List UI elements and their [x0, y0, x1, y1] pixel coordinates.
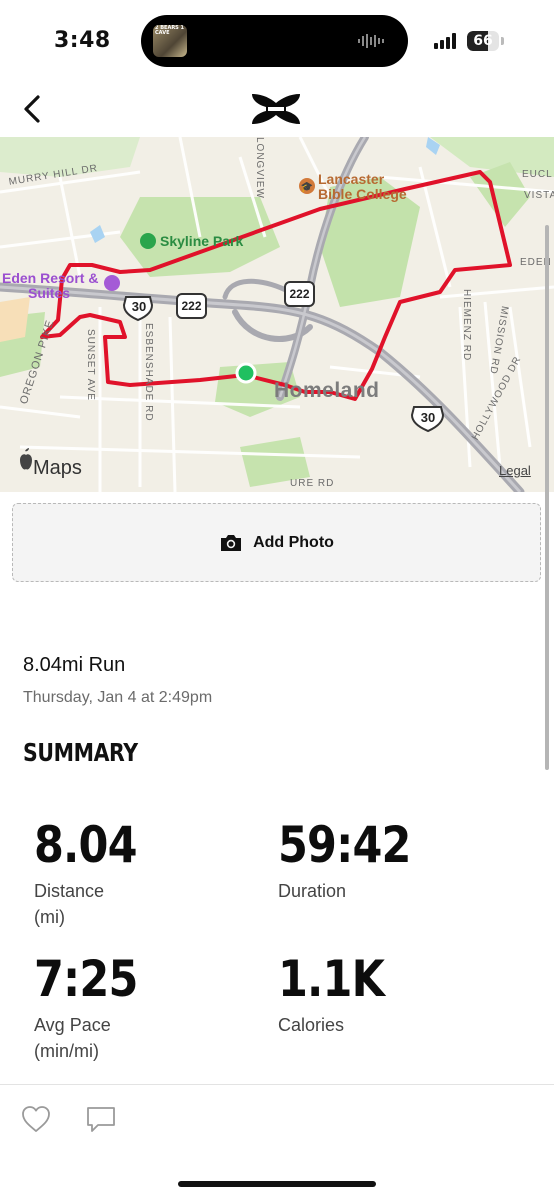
stat-avg-pace: 7:25 Avg Pace (min/mi): [34, 952, 254, 1064]
map-label-ure-rd: URE RD: [290, 478, 335, 489]
add-photo-button[interactable]: Add Photo: [12, 503, 541, 582]
home-indicator: [178, 1181, 376, 1187]
map-label-hiemenz-rd: HIEMENZ RD: [461, 289, 472, 362]
map-label-skyline-park: Skyline Park: [160, 233, 244, 249]
heart-icon[interactable]: [20, 1104, 52, 1134]
stat-duration-label: Duration: [278, 881, 347, 901]
under-armour-logo: [252, 94, 300, 124]
map-label-eden-resort-2: Suites: [28, 285, 71, 301]
map-label-esbenshade-rd: ESBENSHADE RD: [143, 323, 154, 422]
audio-waveform-icon: [358, 34, 384, 48]
stat-avg-pace-unit: (min/mi): [34, 1041, 99, 1061]
stat-duration: 59:42 Duration: [278, 818, 498, 904]
scroll-indicator: [545, 225, 549, 770]
stat-calories-label: Calories: [278, 1015, 345, 1035]
route-shield-30-label-a: 30: [131, 299, 147, 314]
now-playing-artwork: 2 BEARS 1 CAVE: [153, 25, 187, 57]
workout-title: 8.04mi Run: [23, 654, 126, 676]
stat-distance-unit: (mi): [34, 907, 65, 927]
summary-heading: SUMMARY: [23, 738, 138, 767]
comment-icon[interactable]: [85, 1104, 117, 1134]
now-playing-artwork-text: 2 BEARS 1 CAVE: [155, 25, 184, 36]
map-label-longview: LONGVIEW: [254, 137, 265, 199]
map-label-lancaster-bible-2: Bible College: [318, 186, 407, 202]
stat-avg-pace-value: 7:25: [34, 950, 138, 1008]
dynamic-island[interactable]: 2 BEARS 1 CAVE: [141, 15, 408, 67]
apple-maps-attribution: Maps: [33, 457, 82, 479]
stat-distance-label: Distance: [34, 881, 105, 901]
route-shield-222-label-b: 222: [289, 287, 310, 301]
nav-bar: [0, 82, 554, 137]
status-time: 3:48: [54, 28, 111, 53]
status-bar: 3:48 2 BEARS 1 CAVE 66: [0, 0, 554, 82]
stat-avg-pace-label: Avg Pace: [34, 1015, 111, 1035]
cellular-signal-icon: [434, 33, 456, 49]
stat-calories-value: 1.1K: [278, 950, 385, 1008]
route-shield-222-label-a: 222: [181, 299, 202, 313]
camera-icon: [221, 534, 242, 551]
route-shield-30-label-b: 30: [420, 410, 436, 425]
stat-distance: 8.04 Distance (mi): [34, 818, 254, 930]
battery-tip: [501, 37, 504, 45]
stat-distance-value: 8.04: [34, 816, 138, 874]
map-label-eucl: EUCL: [522, 169, 553, 180]
add-photo-label: Add Photo: [253, 533, 334, 551]
chevron-left-icon[interactable]: [18, 92, 48, 126]
map-label-lancaster-bible-1: Lancaster: [318, 171, 385, 187]
route-map[interactable]: 🎓 MURRY HILL DR Lancaster Bible College …: [0, 137, 554, 492]
map-legal-link[interactable]: Legal: [499, 463, 531, 478]
battery-level: 66: [473, 33, 493, 49]
map-label-sunset-ave: SUNSET AVE: [85, 329, 96, 401]
svg-text:🎓: 🎓: [301, 181, 313, 193]
workout-date: Thursday, Jan 4 at 2:49pm: [23, 689, 213, 706]
map-label-eden-resort-1: Eden Resort &: [2, 270, 99, 286]
map-label-homeland: Homeland: [274, 379, 380, 402]
stat-duration-value: 59:42: [278, 816, 411, 874]
map-label-vista: VISTA: [524, 190, 554, 201]
divider: [0, 1084, 554, 1085]
battery-icon: 66: [467, 31, 499, 51]
stat-calories: 1.1K Calories: [278, 952, 498, 1038]
